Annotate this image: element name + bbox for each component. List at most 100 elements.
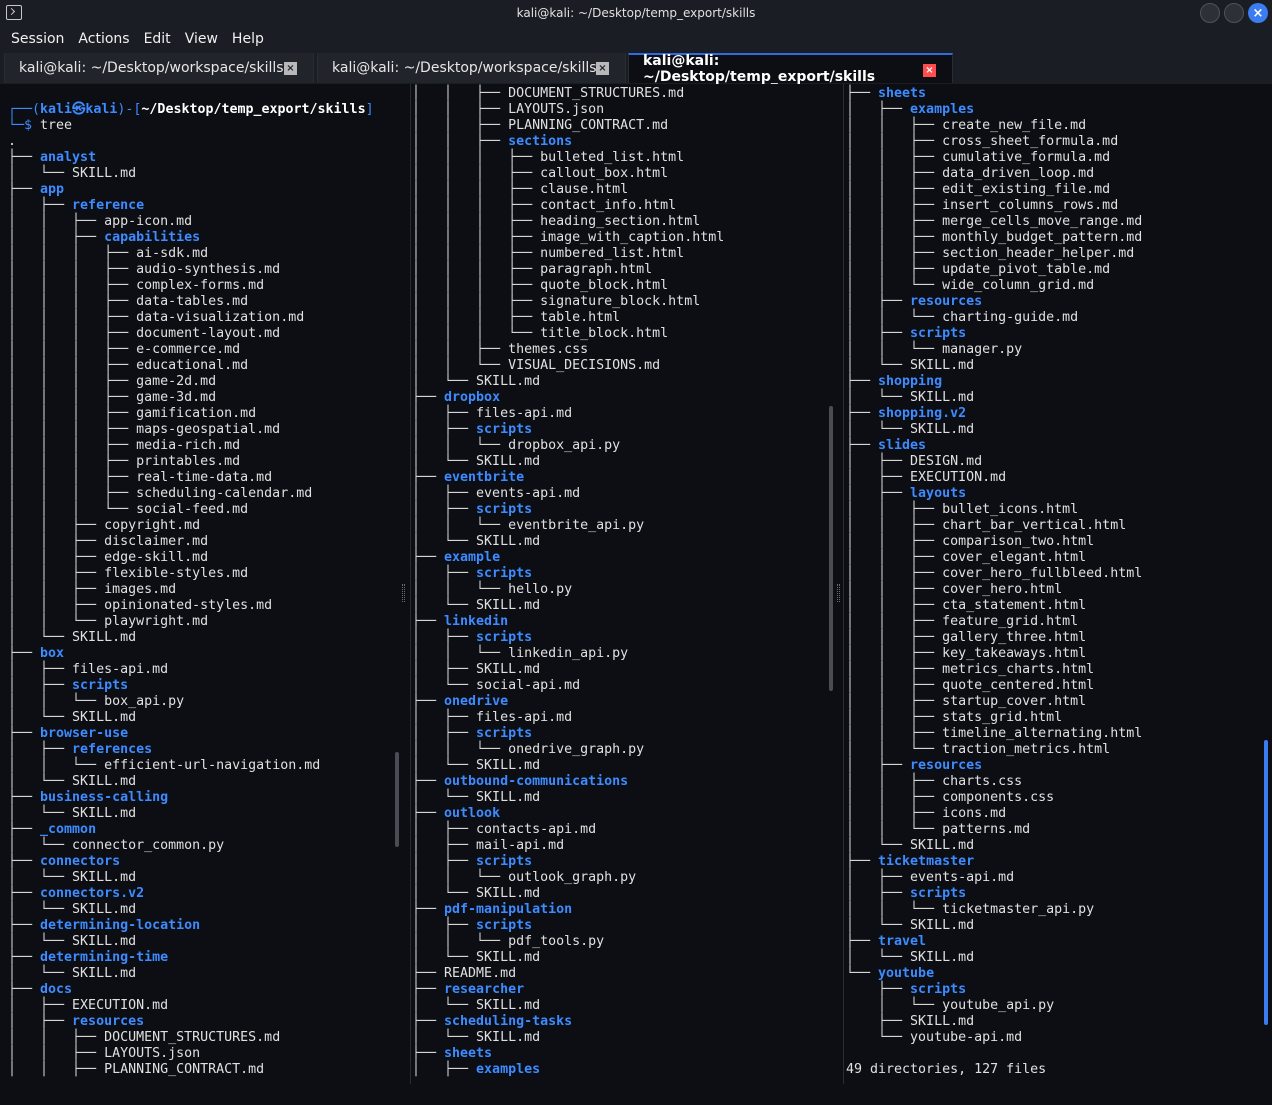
- tree-file: │ │ └── traction_metrics.html: [846, 742, 1110, 758]
- tree-branch: │ │ └──: [846, 310, 943, 325]
- terminal-pane-right[interactable]: ├── sheets │ ├── examples │ │ ├── create_n…: [846, 84, 1256, 1084]
- tree-file: │ │ ├── cover_elegant.html: [846, 550, 1086, 566]
- scrollbar-pane-middle[interactable]: [829, 406, 833, 691]
- file-name: bulleted_list.html: [540, 150, 685, 165]
- tree-branch: ├──: [412, 774, 445, 789]
- directory-name: slides: [878, 438, 927, 453]
- file-name: SKILL.md: [72, 630, 137, 645]
- file-name: key_takeaways.html: [942, 646, 1087, 661]
- tab-close-icon[interactable]: ×: [596, 62, 609, 75]
- prompt-host: kali: [85, 102, 118, 117]
- tree-file: │ ├── files-api.md: [412, 406, 572, 422]
- directory-name: scripts: [476, 726, 533, 741]
- file-name: insert_columns_rows.md: [942, 198, 1119, 213]
- terminal-icon[interactable]: [6, 5, 22, 20]
- tree-branch: │ │ │ ├──: [8, 454, 137, 469]
- directory-name: box: [40, 646, 65, 661]
- file-name: educational.md: [136, 358, 249, 373]
- tree-branch: │ │ │ ├──: [412, 262, 541, 277]
- tree-file: │ │ │ ├── callout_box.html: [412, 166, 668, 182]
- tree-branch: │ ├──: [846, 470, 911, 485]
- tree-branch: │ └──: [412, 1030, 477, 1045]
- tree-branch: │ │ ├──: [846, 614, 943, 629]
- tree-file: │ │ ├── images.md: [8, 582, 176, 598]
- file-name: manager.py: [942, 342, 1023, 357]
- tree-file: │ │ │ ├── document-layout.md: [8, 326, 280, 342]
- menu-edit[interactable]: Edit: [137, 31, 178, 47]
- tree-file: │ │ └── charting-guide.md: [846, 310, 1078, 326]
- prompt-user: kali: [40, 102, 73, 117]
- terminal-area[interactable]: ┌──(kali㉿kali)-[~/Desktop/temp_export/sk…: [0, 84, 1272, 1105]
- tree-directory: ├── business-calling: [8, 790, 168, 806]
- tree-branch: ├──: [412, 982, 445, 997]
- tree-file: │ │ │ ├── e-commerce.md: [8, 342, 240, 358]
- tree-directory: │ ├── reference: [8, 198, 144, 214]
- tree-branch: │ │ ├──: [846, 246, 943, 261]
- file-name: DESIGN.md: [910, 454, 983, 469]
- tree-file: │ │ │ ├── scheduling-calendar.md: [8, 486, 312, 502]
- maximize-icon[interactable]: [1224, 3, 1244, 23]
- menu-actions[interactable]: Actions: [71, 31, 136, 47]
- tree-branch: │ │ │ ├──: [8, 326, 137, 341]
- prompt-at: ㉿: [72, 102, 86, 117]
- file-name: SKILL.md: [72, 774, 137, 789]
- tree-file: │ └── SKILL.md: [412, 374, 540, 390]
- resize-grip-right[interactable]: [837, 584, 840, 602]
- menu-view[interactable]: View: [178, 31, 225, 47]
- tree-branch: │ └──: [846, 358, 911, 373]
- minimize-icon[interactable]: [1200, 3, 1220, 23]
- tree-branch: ├──: [412, 390, 445, 405]
- file-name: flexible-styles.md: [104, 566, 249, 581]
- file-name: PLANNING_CONTRACT.md: [104, 1062, 265, 1077]
- file-name: icons.md: [942, 806, 1007, 821]
- tree-branch: │ │ │ ├──: [412, 230, 541, 245]
- tree-branch: │ │ │ ├──: [412, 246, 541, 261]
- tree-branch: │ │ ├──: [846, 166, 943, 181]
- menu-help[interactable]: Help: [225, 31, 271, 47]
- tab-workspace-skills-2[interactable]: kali@kali: ~/Desktop/workspace/skills ×: [317, 53, 626, 83]
- pane-divider-right[interactable]: [843, 84, 844, 1084]
- tree-file: │ │ └── playwright.md: [8, 614, 208, 630]
- tree-directory: ├── connectors.v2: [8, 886, 144, 902]
- tree-branch: │ │ ├──: [846, 630, 943, 645]
- directory-name: examples: [910, 102, 975, 117]
- file-name: signature_block.html: [540, 294, 701, 309]
- tab-workspace-skills-1[interactable]: kali@kali: ~/Desktop/workspace/skills ×: [4, 53, 314, 83]
- tree-branch: │ │ ├──: [8, 1062, 105, 1077]
- file-name: numbered_list.html: [540, 246, 685, 261]
- close-icon[interactable]: ×: [1248, 3, 1268, 23]
- tree-branch: │ │ ├──: [8, 598, 105, 613]
- menu-session[interactable]: Session: [4, 31, 71, 47]
- terminal-pane-middle[interactable]: │ │ ├── DOCUMENT_STRUCTURES.md │ │ ├── LA…: [412, 84, 827, 1084]
- tree-branch: │ │ └──: [846, 902, 943, 917]
- tree-file: │ │ │ ├── educational.md: [8, 358, 248, 374]
- file-name: youtube-api.md: [910, 1030, 1023, 1045]
- scrollbar-pane-right[interactable]: [1264, 740, 1268, 1025]
- tree-file: │ │ ├── copyright.md: [8, 518, 200, 534]
- file-name: eventbrite_api.py: [508, 518, 645, 533]
- file-name: stats_grid.html: [942, 710, 1063, 725]
- file-name: SKILL.md: [72, 166, 137, 181]
- tree-branch: │ │ ├──: [846, 582, 943, 597]
- tree-branch: │ │ └──: [412, 934, 509, 949]
- scrollbar-pane-left[interactable]: [395, 752, 399, 847]
- tree-branch: ├──: [846, 374, 879, 389]
- tab-close-icon[interactable]: ×: [284, 62, 297, 75]
- file-name: app-icon.md: [104, 214, 193, 229]
- file-name: merge_cells_move_range.md: [942, 214, 1143, 229]
- tree-directory: │ ├── scripts: [412, 502, 532, 518]
- tab-temp-export-skills[interactable]: kali@kali: ~/Desktop/temp_export/skills …: [628, 53, 953, 85]
- tab-close-icon[interactable]: ×: [923, 64, 936, 77]
- tree-file: │ └── SKILL.md: [8, 902, 136, 918]
- file-name: SKILL.md: [910, 358, 975, 373]
- tree-file: │ │ │ ├── quote_block.html: [412, 278, 668, 294]
- tree-file: │ └── SKILL.md: [412, 886, 540, 902]
- tree-file: │ │ │ ├── data-visualization.md: [8, 310, 304, 326]
- directory-name: connectors.v2: [40, 886, 145, 901]
- tree-branch: │ │ ├──: [846, 662, 943, 677]
- tree-file: │ │ └── VISUAL_DECISIONS.md: [412, 358, 660, 374]
- file-name: complex-forms.md: [136, 278, 265, 293]
- resize-grip-left[interactable]: [402, 584, 405, 602]
- pane-divider-left[interactable]: [410, 84, 411, 1084]
- terminal-pane-left[interactable]: ┌──(kali㉿kali)-[~/Desktop/temp_export/sk…: [8, 84, 408, 1084]
